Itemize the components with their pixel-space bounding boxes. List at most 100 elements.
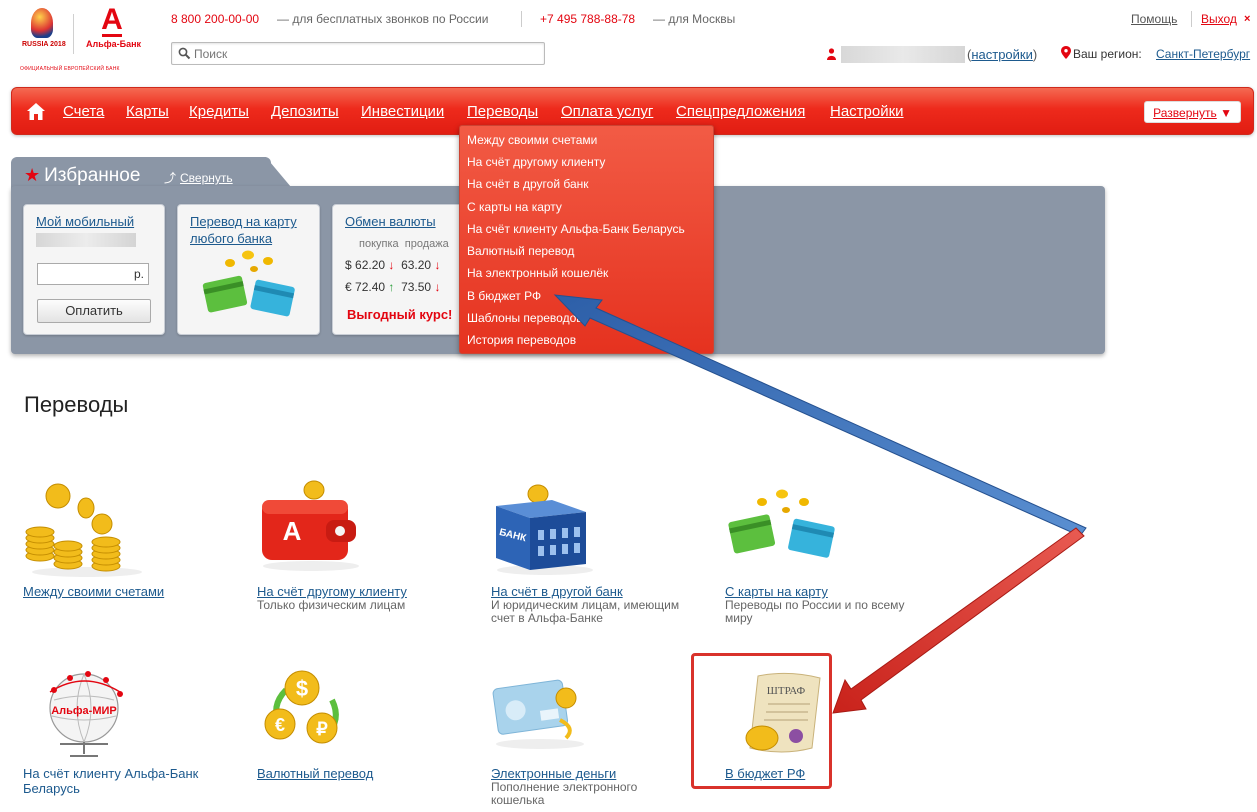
tile-other-client-subtitle: Только физическим лицам <box>257 598 406 612</box>
star-icon: ★ <box>24 165 41 185</box>
card-transfer-title[interactable]: Перевод на карту любого банка <box>190 213 297 247</box>
menu-item-own-accounts[interactable]: Между своими счетами <box>467 133 597 147</box>
alfa-bank-logo[interactable]: А Альфа-Банк <box>86 5 141 50</box>
highlight-box <box>691 653 832 789</box>
currency-label: р. <box>133 267 144 281</box>
tile-other-client-title[interactable]: На счёт другому клиенту <box>257 584 407 599</box>
menu-item-other-client[interactable]: На счёт другому клиенту <box>467 155 605 169</box>
menu-item-card-to-card[interactable]: С карты на карту <box>467 200 562 214</box>
header-divider <box>1191 11 1192 27</box>
logout-close-icon[interactable]: × <box>1244 13 1250 25</box>
exchange-title[interactable]: Обмен валюты <box>345 213 436 230</box>
svg-text:$: $ <box>296 676 308 701</box>
card-transfer-title-line2: любого банка <box>190 231 273 246</box>
sell-rate: 63.20 <box>401 258 432 272</box>
menu-item-templates[interactable]: Шаблоны переводов <box>467 311 583 325</box>
settings-link[interactable]: настройки <box>971 47 1033 62</box>
fifa-world-cup-logo: RUSSIA 2018 <box>22 8 66 64</box>
svg-text:€: € <box>275 715 285 735</box>
exchange-row-usd: $ 62.20 ↓ 63.20 ↓ <box>345 258 440 272</box>
masked-username <box>841 46 965 63</box>
expand-menu-button[interactable]: Развернуть ▼ <box>1144 101 1241 123</box>
region-selector[interactable]: Санкт-Петербург <box>1156 47 1250 61</box>
cards-icon[interactable] <box>724 488 844 568</box>
globe-label: Альфа-МИР <box>51 705 117 717</box>
sell-rate: 73.50 <box>401 280 432 294</box>
nav-item-credits[interactable]: Кредиты <box>189 103 249 120</box>
menu-item-budget[interactable]: В бюджет РФ <box>467 289 541 303</box>
moscow-phone-number: +7 495 788-88-78 <box>540 12 636 26</box>
menu-item-history[interactable]: История переводов <box>467 333 576 347</box>
trend-up-icon: ↑ <box>388 280 395 294</box>
pay-button[interactable]: Оплатить <box>37 299 151 323</box>
nav-item-accounts[interactable]: Счета <box>63 103 104 120</box>
currency-symbol: $ <box>345 258 352 272</box>
tile-other-bank-title[interactable]: На счёт в другой банк <box>491 584 623 599</box>
currency-exchange-icon[interactable]: $ € ₽ <box>256 666 356 760</box>
coins-icon[interactable] <box>22 478 152 578</box>
free-phone-number: 8 800 200-00-00 <box>171 12 260 26</box>
tile-other-bank-subtitle: И юридическим лицам, имеющим счет в Альф… <box>491 598 680 625</box>
favorites-tab-slope <box>255 157 291 187</box>
trend-down-icon: ↓ <box>434 280 441 294</box>
favorites-title-text: Избранное <box>44 165 141 186</box>
search-input[interactable] <box>194 45 534 62</box>
card-transfer-title-line1: Перевод на карту <box>190 214 297 229</box>
menu-item-currency[interactable]: Валютный перевод <box>467 244 574 258</box>
tile-belarus-title[interactable]: На счёт клиенту Альфа-Банк Беларусь <box>23 766 213 796</box>
exchange-row-eur: € 72.40 ↑ 73.50 ↓ <box>345 280 440 294</box>
location-pin-icon <box>1061 46 1071 59</box>
home-icon[interactable] <box>27 103 45 120</box>
cards-icon <box>202 250 295 317</box>
search-icon <box>178 47 191 60</box>
tile-e-money-title[interactable]: Электронные деньги <box>491 766 616 781</box>
search-box[interactable] <box>171 42 545 65</box>
sell-column-label: продажа <box>404 238 449 250</box>
nav-item-settings[interactable]: Настройки <box>830 103 904 120</box>
nav-item-special-offers[interactable]: Спецпредложения <box>676 103 805 120</box>
e-money-card-icon[interactable] <box>490 672 590 752</box>
logout-link[interactable]: Выход <box>1201 12 1237 26</box>
tile-belarus-title-text: На счёт клиенту Альфа-Банк Беларусь <box>23 766 199 796</box>
logo-divider <box>73 14 74 54</box>
help-link[interactable]: Помощь <box>1131 12 1177 26</box>
best-rate-label[interactable]: Выгодный курс! <box>347 307 452 322</box>
nav-item-deposits[interactable]: Депозиты <box>271 103 339 120</box>
nav-item-transfers[interactable]: Переводы <box>467 103 538 120</box>
nav-item-cards[interactable]: Карты <box>126 103 169 120</box>
tile-e-money-subtitle: Пополнение электронного кошелька <box>491 780 638 807</box>
masked-phone-number <box>36 233 136 247</box>
dropdown-arrow-icon: ▼ <box>1220 106 1232 120</box>
buy-rate: 72.40 <box>355 280 386 294</box>
transfers-dropdown-menu: Между своими счетами На счёт другому кли… <box>459 125 714 354</box>
free-phone-note: — для бесплатных звонков по России <box>277 12 489 26</box>
moscow-phone-note: — для Москвы <box>653 12 736 26</box>
buy-column-label: покупка <box>359 238 399 250</box>
menu-item-e-wallet[interactable]: На электронный кошелёк <box>467 266 608 280</box>
tile-currency-transfer-title[interactable]: Валютный перевод <box>257 766 373 781</box>
expand-label: Развернуть <box>1153 106 1217 120</box>
mobile-card-title[interactable]: Мой мобильный <box>36 213 134 230</box>
menu-item-belarus[interactable]: На счёт клиенту Альфа-Банк Беларусь <box>467 222 685 236</box>
buy-rate: 62.20 <box>355 258 386 272</box>
favorites-collapse-link[interactable]: ⤴ Свернуть <box>164 169 233 186</box>
svg-text:₽: ₽ <box>316 719 328 739</box>
nav-item-payments[interactable]: Оплата услуг <box>561 103 653 120</box>
favorite-mobile-card: Мой мобильный р. Оплатить <box>23 204 165 335</box>
user-icon <box>827 48 836 60</box>
payment-amount-field[interactable]: р. <box>37 263 149 285</box>
globe-icon[interactable]: Альфа-МИР <box>40 664 130 760</box>
official-bank-caption: ОФИЦИАЛЬНЫЙ ЕВРОПЕЙСКИЙ БАНК <box>20 66 120 72</box>
favorite-card-transfer[interactable]: Перевод на карту любого банка <box>177 204 320 335</box>
trend-down-icon: ↓ <box>434 258 441 272</box>
bank-building-icon[interactable]: БАНК <box>490 478 600 578</box>
world-cup-text: RUSSIA 2018 <box>22 41 66 48</box>
tile-card-to-card-title[interactable]: С карты на карту <box>725 584 828 599</box>
region-label: Ваш регион: <box>1073 47 1142 61</box>
nav-item-investments[interactable]: Инвестиции <box>361 103 444 120</box>
tile-own-accounts-title[interactable]: Между своими счетами <box>23 584 164 599</box>
favorite-exchange-card: Обмен валюты покупка продажа $ 62.20 ↓ 6… <box>332 204 466 335</box>
user-settings[interactable]: (настройки) <box>967 47 1037 62</box>
menu-item-other-bank[interactable]: На счёт в другой банк <box>467 177 589 191</box>
wallet-icon[interactable]: А <box>256 478 366 578</box>
